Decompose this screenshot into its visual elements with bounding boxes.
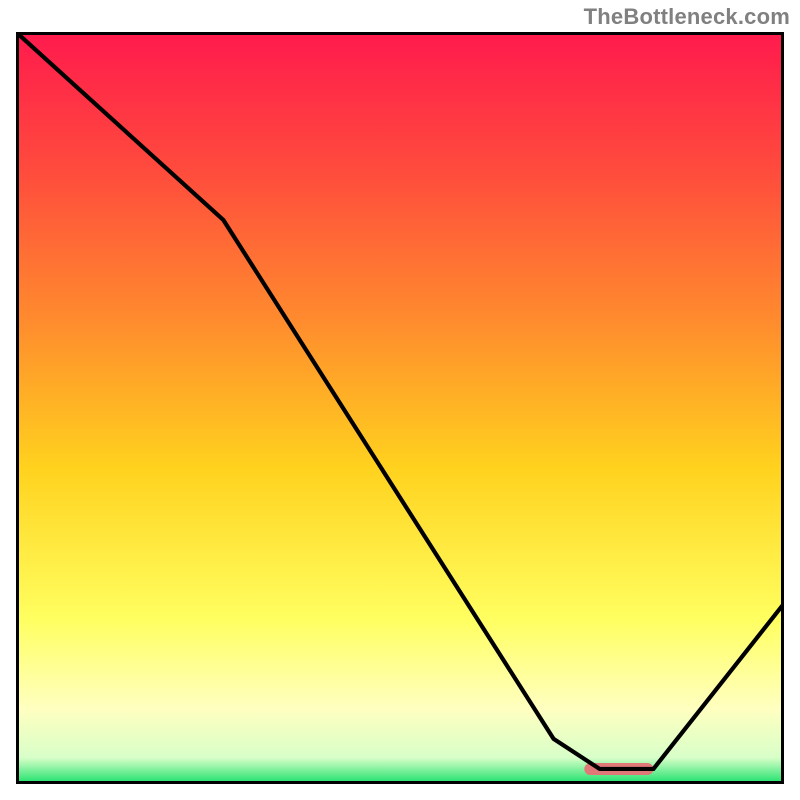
watermark-text: TheBottleneck.com (584, 4, 790, 30)
plot-border (16, 32, 784, 784)
chart-frame: TheBottleneck.com (0, 0, 800, 800)
